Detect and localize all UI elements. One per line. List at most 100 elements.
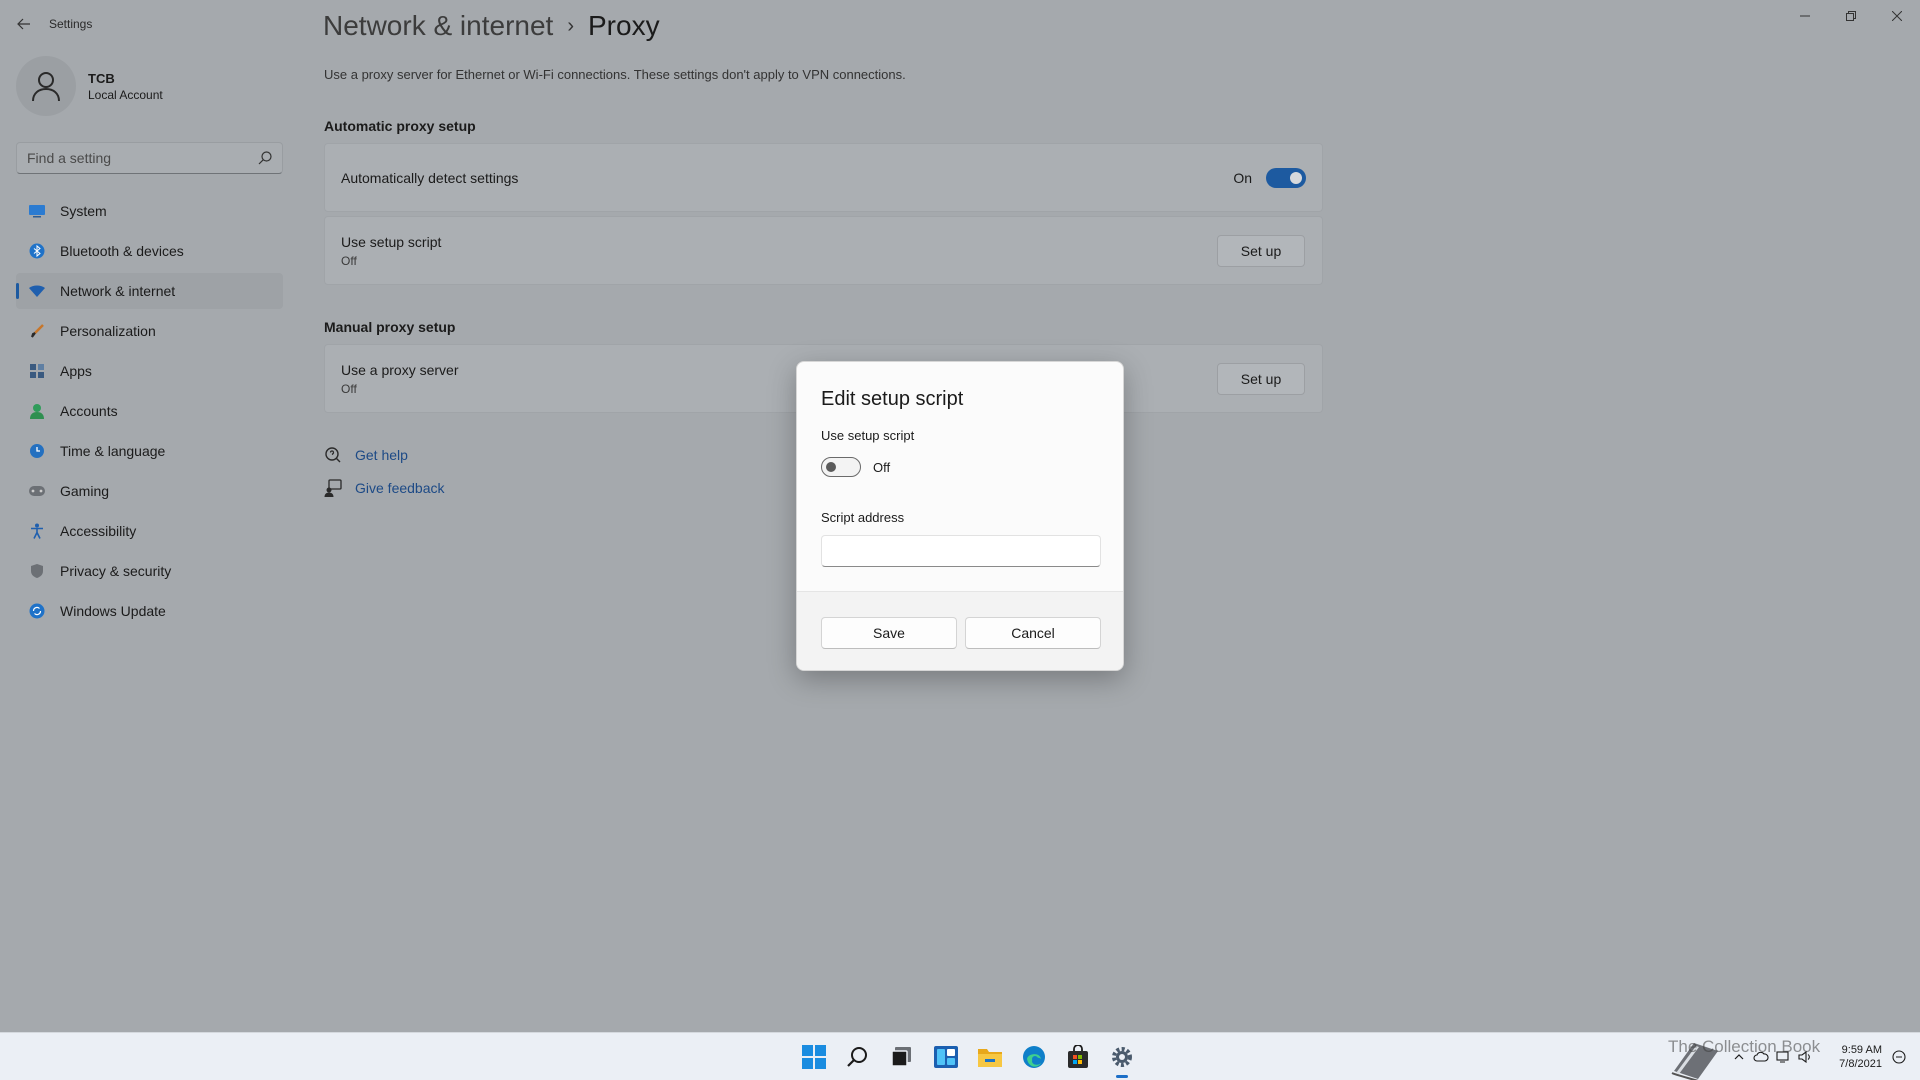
taskbar-search-button[interactable] bbox=[836, 1033, 880, 1080]
notifications-button[interactable] bbox=[1888, 1033, 1910, 1080]
restore-button[interactable] bbox=[1828, 0, 1874, 32]
dialog-footer: Save Cancel bbox=[797, 591, 1123, 670]
section-title-automatic: Automatic proxy setup bbox=[324, 118, 476, 134]
person-icon bbox=[28, 402, 46, 420]
sidebar-item-label: Time & language bbox=[60, 443, 166, 459]
notification-icon bbox=[1892, 1050, 1906, 1064]
sidebar-item-label: Network & internet bbox=[60, 283, 176, 299]
settings-taskbar-button[interactable] bbox=[1100, 1033, 1144, 1080]
search-icon[interactable] bbox=[258, 151, 272, 165]
widgets-icon bbox=[934, 1046, 958, 1068]
cancel-button[interactable]: Cancel bbox=[965, 617, 1101, 649]
detect-settings-state: On bbox=[1233, 170, 1252, 186]
get-help-link[interactable]: Get help bbox=[324, 446, 408, 464]
sidebar-item-apps[interactable]: Apps bbox=[16, 353, 283, 389]
proxy-server-setup-button[interactable]: Set up bbox=[1217, 363, 1305, 395]
proxy-server-status: Off bbox=[341, 382, 357, 396]
detect-settings-toggle[interactable] bbox=[1266, 168, 1306, 188]
setup-script-status: Off bbox=[341, 254, 357, 268]
page-description: Use a proxy server for Ethernet or Wi-Fi… bbox=[324, 67, 906, 82]
bluetooth-icon bbox=[28, 242, 46, 260]
sidebar-item-windows-update[interactable]: Windows Update bbox=[16, 593, 283, 629]
section-title-manual: Manual proxy setup bbox=[324, 319, 456, 335]
profile-account-type: Local Account bbox=[88, 87, 163, 102]
sidebar-item-label: Accounts bbox=[60, 403, 118, 419]
shield-icon bbox=[28, 562, 46, 580]
sidebar-item-label: System bbox=[60, 203, 107, 219]
help-chat-icon bbox=[325, 447, 341, 463]
store-button[interactable] bbox=[1056, 1033, 1100, 1080]
file-explorer-button[interactable] bbox=[968, 1033, 1012, 1080]
apps-icon bbox=[28, 362, 46, 380]
search-box bbox=[16, 142, 283, 174]
clock-date: 7/8/2021 bbox=[1839, 1058, 1882, 1070]
sidebar-item-accessibility[interactable]: Accessibility bbox=[16, 513, 283, 549]
user-profile[interactable]: TCB Local Account bbox=[16, 56, 163, 116]
close-icon bbox=[1892, 11, 1902, 21]
cloud-icon bbox=[1753, 1052, 1769, 1062]
breadcrumb-parent[interactable]: Network & internet bbox=[323, 10, 553, 42]
task-view-icon bbox=[891, 1047, 911, 1067]
sidebar-item-gaming[interactable]: Gaming bbox=[16, 473, 283, 509]
app-title: Settings bbox=[49, 17, 93, 31]
avatar bbox=[16, 56, 76, 116]
use-setup-script-toggle[interactable] bbox=[821, 457, 861, 477]
give-feedback-link[interactable]: Give feedback bbox=[324, 479, 445, 497]
page-title: Proxy bbox=[588, 10, 660, 41]
sidebar-item-accounts[interactable]: Accounts bbox=[16, 393, 283, 429]
taskbar: The Collection Book 9:59 AM 7/8/2021 bbox=[0, 1032, 1920, 1080]
sidebar-item-system[interactable]: System bbox=[16, 193, 283, 229]
back-button[interactable] bbox=[12, 12, 36, 36]
store-icon bbox=[1068, 1045, 1088, 1068]
sidebar-item-label: Accessibility bbox=[60, 523, 137, 539]
system-tray: 9:59 AM 7/8/2021 bbox=[1728, 1033, 1920, 1080]
brush-icon bbox=[28, 322, 46, 340]
edge-button[interactable] bbox=[1012, 1033, 1056, 1080]
detect-settings-card: Automatically detect settings On bbox=[324, 143, 1323, 212]
script-address-input[interactable] bbox=[821, 535, 1101, 567]
toggle-knob bbox=[1290, 172, 1302, 184]
sidebar-item-personalization[interactable]: Personalization bbox=[16, 313, 283, 349]
close-button[interactable] bbox=[1874, 0, 1920, 32]
setup-script-card: Use setup script Off Set up bbox=[324, 216, 1323, 285]
update-icon bbox=[28, 602, 46, 620]
wifi-icon bbox=[28, 282, 46, 300]
widgets-button[interactable] bbox=[924, 1033, 968, 1080]
dialog-toggle-state: Off bbox=[873, 460, 891, 475]
clock[interactable]: 9:59 AM 7/8/2021 bbox=[1822, 1043, 1882, 1071]
sidebar-item-label: Windows Update bbox=[60, 603, 166, 619]
sidebar-item-bluetooth[interactable]: Bluetooth & devices bbox=[16, 233, 283, 269]
proxy-server-label: Use a proxy server bbox=[341, 362, 459, 378]
settings-icon bbox=[1112, 1047, 1132, 1067]
show-hidden-icons-button[interactable] bbox=[1728, 1033, 1750, 1080]
onedrive-button[interactable] bbox=[1750, 1033, 1772, 1080]
setup-script-label: Use setup script bbox=[341, 234, 442, 250]
dialog-title: Edit setup script bbox=[821, 388, 964, 410]
volume-button[interactable] bbox=[1794, 1033, 1816, 1080]
edit-setup-script-dialog: Edit setup script Use setup script Off S… bbox=[796, 361, 1124, 671]
search-icon bbox=[847, 1047, 867, 1067]
save-button[interactable]: Save bbox=[821, 617, 957, 649]
start-button[interactable] bbox=[792, 1033, 836, 1080]
dialog-toggle-label: Use setup script bbox=[821, 428, 915, 443]
minimize-button[interactable] bbox=[1782, 0, 1828, 32]
speaker-icon bbox=[1798, 1051, 1810, 1063]
give-feedback-text: Give feedback bbox=[355, 480, 445, 496]
detect-settings-label: Automatically detect settings bbox=[341, 170, 519, 186]
gamepad-icon bbox=[28, 482, 46, 500]
setup-script-button[interactable]: Set up bbox=[1217, 235, 1305, 267]
get-help-text: Get help bbox=[355, 447, 408, 463]
sidebar-item-label: Privacy & security bbox=[60, 563, 172, 579]
search-input[interactable] bbox=[17, 143, 247, 173]
sidebar-item-label: Apps bbox=[60, 363, 92, 379]
sidebar-item-privacy[interactable]: Privacy & security bbox=[16, 553, 283, 589]
sidebar-item-time-language[interactable]: Time & language bbox=[16, 433, 283, 469]
script-address-label: Script address bbox=[821, 510, 905, 525]
sidebar-item-network[interactable]: Network & internet bbox=[16, 273, 283, 309]
breadcrumb: Network & internet › Proxy bbox=[323, 10, 660, 42]
taskbar-apps bbox=[792, 1033, 1144, 1080]
system-icon bbox=[28, 202, 46, 220]
task-view-button[interactable] bbox=[880, 1033, 924, 1080]
network-button[interactable] bbox=[1772, 1033, 1794, 1080]
sidebar-item-label: Gaming bbox=[60, 483, 110, 499]
